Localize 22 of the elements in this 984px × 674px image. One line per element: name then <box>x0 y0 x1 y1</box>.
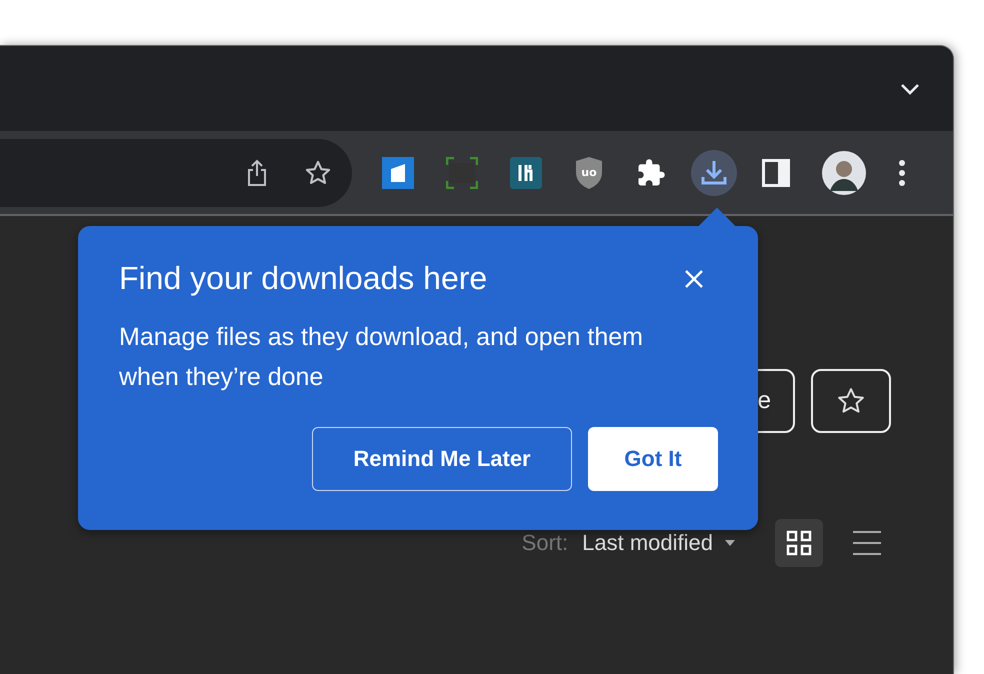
caret-icon <box>725 540 735 546</box>
sort-label: Sort: <box>522 530 568 556</box>
shield-icon[interactable]: uo <box>574 156 604 190</box>
sidebar-icon[interactable] <box>762 158 790 186</box>
puzzle-icon[interactable] <box>636 158 666 188</box>
download-button[interactable] <box>691 150 737 196</box>
got-it-button[interactable]: Got It <box>588 427 718 491</box>
share-icon[interactable] <box>246 158 268 186</box>
remind-later-button[interactable]: Remind Me Later <box>312 427 572 491</box>
extension-icon[interactable] <box>510 156 542 188</box>
close-icon[interactable] <box>684 268 704 288</box>
avatar-icon[interactable] <box>822 150 866 194</box>
popup-description: Manage files as they download, and open them when they’re done <box>119 322 644 393</box>
list-icon <box>853 530 881 556</box>
star-button[interactable] <box>811 369 891 433</box>
more-menu-icon[interactable] <box>898 158 906 186</box>
grid-view-button[interactable] <box>775 519 823 567</box>
grid-icon <box>786 530 812 556</box>
sort-dropdown[interactable]: Last modified <box>582 530 713 556</box>
chevron-down-icon[interactable] <box>900 82 920 94</box>
star-icon[interactable] <box>304 158 332 186</box>
popup-title: Find your downloads here <box>119 260 488 297</box>
